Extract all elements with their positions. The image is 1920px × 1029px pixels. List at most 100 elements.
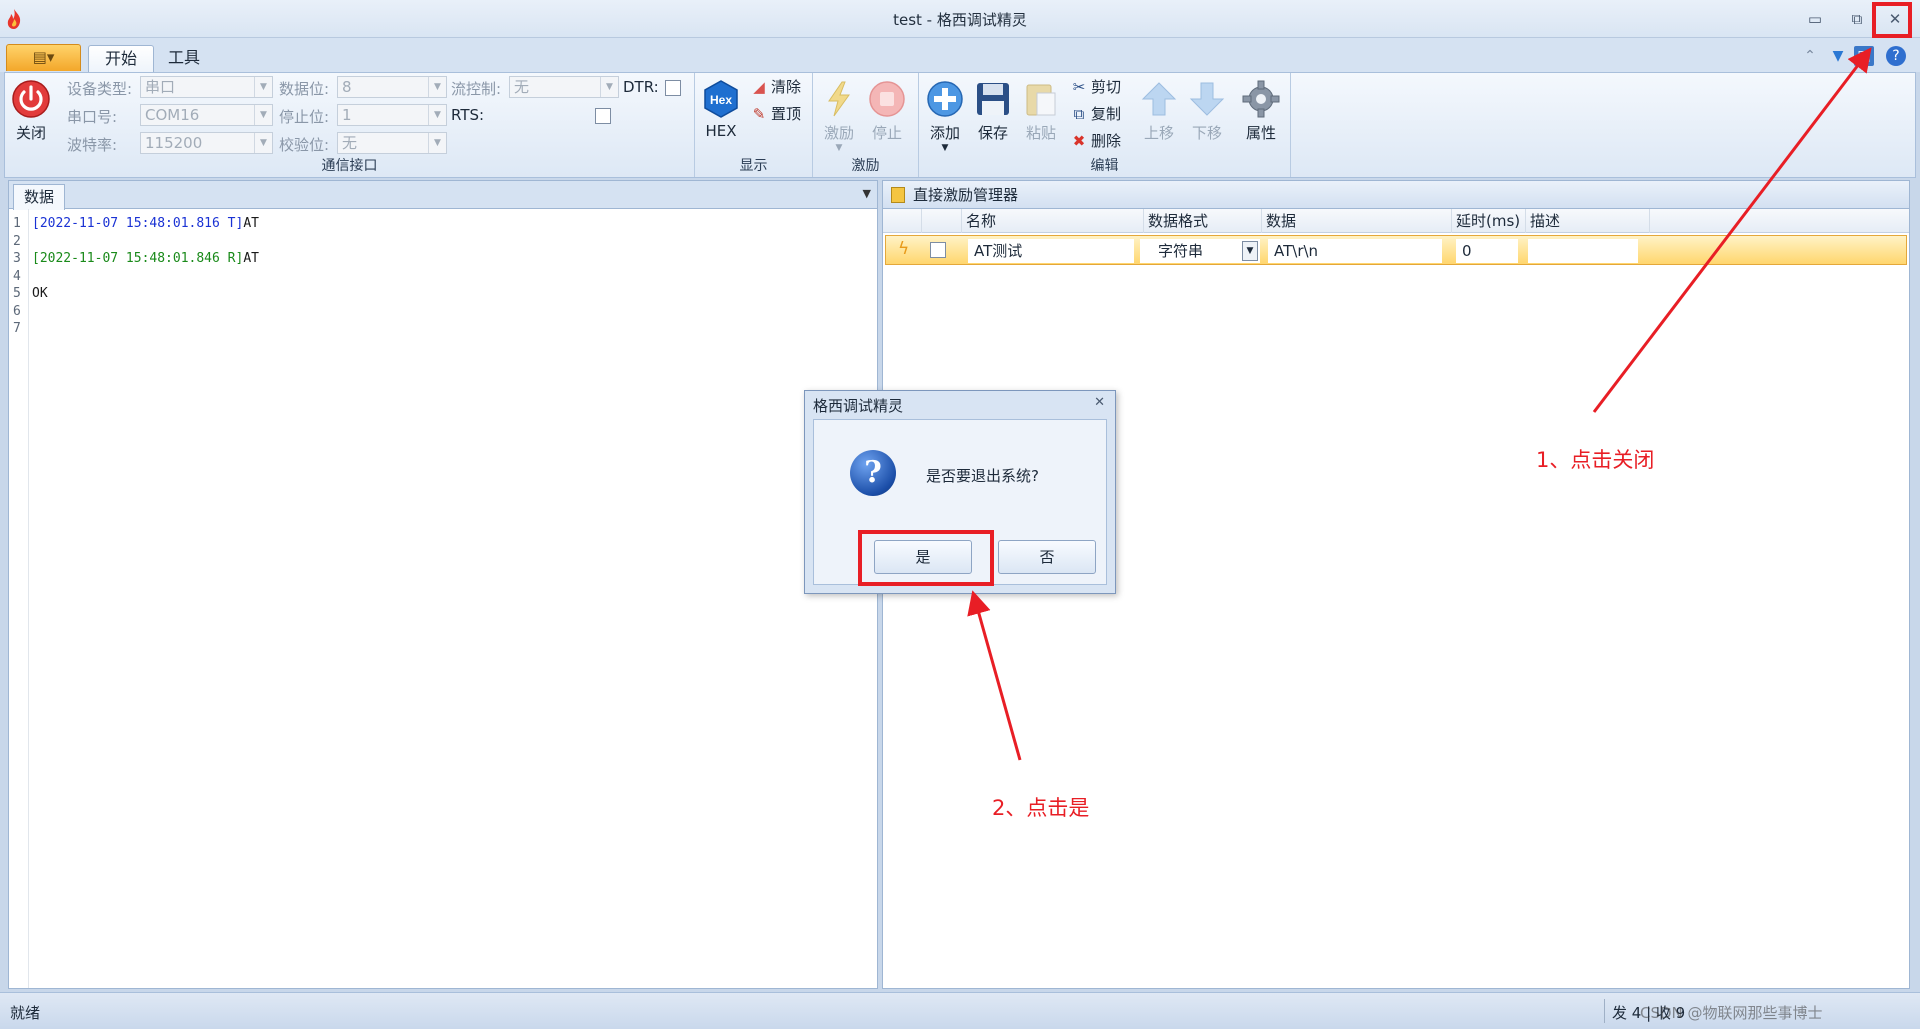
csdn-watermark: CSDN @物联网那些事博士	[1640, 1004, 1823, 1022]
tab-tools[interactable]: 工具	[152, 45, 216, 72]
collapse-ribbon-icon[interactable]: ⌃	[1800, 46, 1820, 66]
add-label: 添加	[929, 124, 960, 142]
save-label: 保存	[977, 124, 1008, 142]
ribbon-panel: 关闭 设备类型: 串口 ▼ 串口号: COM16 ▼ 波特率: 115200 ▼…	[4, 72, 1916, 178]
clear-button[interactable]: ◢ 清除	[749, 76, 801, 98]
pin-icon: ✎	[752, 105, 766, 123]
properties-button[interactable]: 属性	[1239, 79, 1283, 143]
arrow-up-icon	[1139, 79, 1179, 119]
help-icon[interactable]: ?	[1886, 46, 1906, 66]
header-name[interactable]: 名称	[961, 209, 1143, 233]
log-payload: OK	[32, 286, 48, 301]
row-format-cell[interactable]: 字符串 ▼	[1140, 239, 1260, 263]
data-panel: 数据 ▼ 1 [2022-11-07 15:48:01.816 T]AT 2 3 [20…	[8, 180, 878, 989]
rts-checkbox[interactable]	[595, 108, 611, 124]
stimulus-group: 激励 ▼ 停止 激励	[813, 73, 919, 177]
ribbon-tab-row: ▤▾ 开始 工具 ⌃ ▼ ▣ ?	[0, 38, 1920, 72]
stimulus-button[interactable]: 激励 ▼	[819, 79, 859, 153]
line-number: 7	[13, 321, 21, 336]
cut-label: 剪切	[1091, 78, 1122, 96]
pin-top-button[interactable]: ✎ 置顶	[749, 103, 801, 125]
annotation-step2: 2、点击是	[992, 796, 1090, 820]
row-data-cell[interactable]: AT\r\n	[1268, 239, 1442, 263]
close-port-button[interactable]: 关闭	[9, 79, 53, 143]
window-mode-icon[interactable]: ▣	[1854, 46, 1874, 66]
baud-value: 115200	[145, 134, 203, 152]
row-desc-cell[interactable]	[1528, 239, 1638, 263]
device-type-select[interactable]: 串口 ▼	[140, 76, 273, 98]
annotation-close-highlight	[1872, 2, 1912, 38]
line-number: 3	[13, 251, 21, 266]
parity-select[interactable]: 无 ▼	[337, 132, 447, 154]
header-delay[interactable]: 延时(ms)	[1451, 209, 1525, 233]
stimulus-group-label: 激励	[851, 158, 880, 174]
status-bar: 就绪 发 4 | 收 9 CSDN @物联网那些事博士	[0, 992, 1920, 1029]
chevron-down-icon: ▼	[428, 105, 446, 125]
stopbits-select[interactable]: 1 ▼	[337, 104, 447, 126]
header-data[interactable]: 数据	[1261, 209, 1451, 233]
hex-button[interactable]: Hex HEX	[701, 79, 741, 140]
close-port-label: 关闭	[15, 124, 46, 142]
databits-select[interactable]: 8 ▼	[337, 76, 447, 98]
save-button[interactable]: 保存	[973, 79, 1013, 143]
row-name-cell[interactable]: AT测试	[968, 239, 1134, 263]
skin-shirt-icon[interactable]: ▼	[1828, 46, 1848, 66]
panel-dropdown-icon[interactable]: ▼	[863, 187, 871, 200]
comm-group-label: 通信接口	[321, 158, 378, 174]
dialog-close-icon[interactable]: ✕	[1094, 395, 1105, 410]
status-ready: 就绪	[10, 1004, 41, 1022]
table-row[interactable]: ϟ AT测试 字符串 ▼ AT\r\n 0	[885, 235, 1907, 265]
log-line: 1 [2022-11-07 15:48:01.816 T]AT	[9, 215, 259, 233]
chevron-down-icon[interactable]: ▼	[1242, 241, 1258, 261]
scissors-icon: ✂	[1072, 78, 1086, 96]
move-up-button[interactable]: 上移	[1139, 79, 1179, 143]
edit-group: 添加 ▼ 保存 粘贴 ✂ 剪切 ⧉ 复制 ✖ 删除 上移 下移 属性 编辑	[919, 73, 1291, 177]
flow-control-select[interactable]: 无 ▼	[509, 76, 619, 98]
annotation-yes-highlight	[858, 530, 994, 586]
display-group: Hex HEX ◢ 清除 ✎ 置顶 显示	[695, 73, 813, 177]
parity-label: 校验位:	[279, 136, 330, 154]
lightning-row-icon[interactable]: ϟ	[898, 239, 909, 259]
arrow-down-icon	[1187, 79, 1227, 119]
port-select[interactable]: COM16 ▼	[140, 104, 273, 126]
no-button[interactable]: 否	[998, 540, 1096, 574]
port-label: 串口号:	[67, 108, 118, 126]
stop-button[interactable]: 停止	[867, 79, 907, 143]
stimulus-dropdown-icon: ▼	[835, 143, 843, 153]
minimize-button[interactable]: ▭	[1800, 6, 1830, 32]
log-line: 6	[9, 303, 32, 321]
delete-x-icon: ✖	[1072, 132, 1086, 150]
copy-button[interactable]: ⧉ 复制	[1069, 103, 1121, 125]
cut-button[interactable]: ✂ 剪切	[1069, 76, 1121, 98]
move-down-button[interactable]: 下移	[1187, 79, 1227, 143]
delete-button[interactable]: ✖ 删除	[1069, 130, 1121, 152]
tab-start[interactable]: 开始	[88, 45, 155, 72]
hex-icon: Hex	[701, 79, 741, 119]
copy-label: 复制	[1091, 105, 1122, 123]
header-check-col	[921, 209, 961, 233]
dtr-checkbox[interactable]	[665, 80, 681, 96]
log-line: 7	[9, 320, 32, 338]
device-type-label: 设备类型:	[67, 80, 133, 98]
window-title: test - 格西调试精灵	[893, 11, 1027, 29]
paste-button[interactable]: 粘贴	[1021, 79, 1061, 143]
header-desc[interactable]: 描述	[1525, 209, 1649, 233]
chevron-down-icon: ▼	[254, 105, 272, 125]
tab-data[interactable]: 数据	[13, 184, 66, 210]
ribbon-quick-icons: ⌃ ▼ ▣ ?	[1800, 46, 1918, 70]
row-enable-checkbox[interactable]	[930, 242, 946, 258]
dtr-label: DTR:	[623, 78, 659, 96]
chevron-down-icon: ▼	[428, 133, 446, 153]
rts-label: RTS:	[451, 106, 485, 124]
header-format[interactable]: 数据格式	[1143, 209, 1261, 233]
hex-icon-text: Hex	[710, 93, 732, 107]
restore-button[interactable]: ⧉	[1842, 6, 1872, 32]
databits-label: 数据位:	[279, 80, 330, 98]
line-number: 2	[13, 233, 21, 249]
baud-select[interactable]: 115200 ▼	[140, 132, 273, 154]
log-line: 3 [2022-11-07 15:48:01.846 R]AT	[9, 250, 259, 268]
add-button[interactable]: 添加 ▼	[925, 79, 965, 153]
app-menu-button[interactable]: ▤▾	[6, 44, 81, 71]
row-delay-cell[interactable]: 0	[1456, 239, 1518, 263]
floppy-disk-icon	[973, 79, 1013, 119]
